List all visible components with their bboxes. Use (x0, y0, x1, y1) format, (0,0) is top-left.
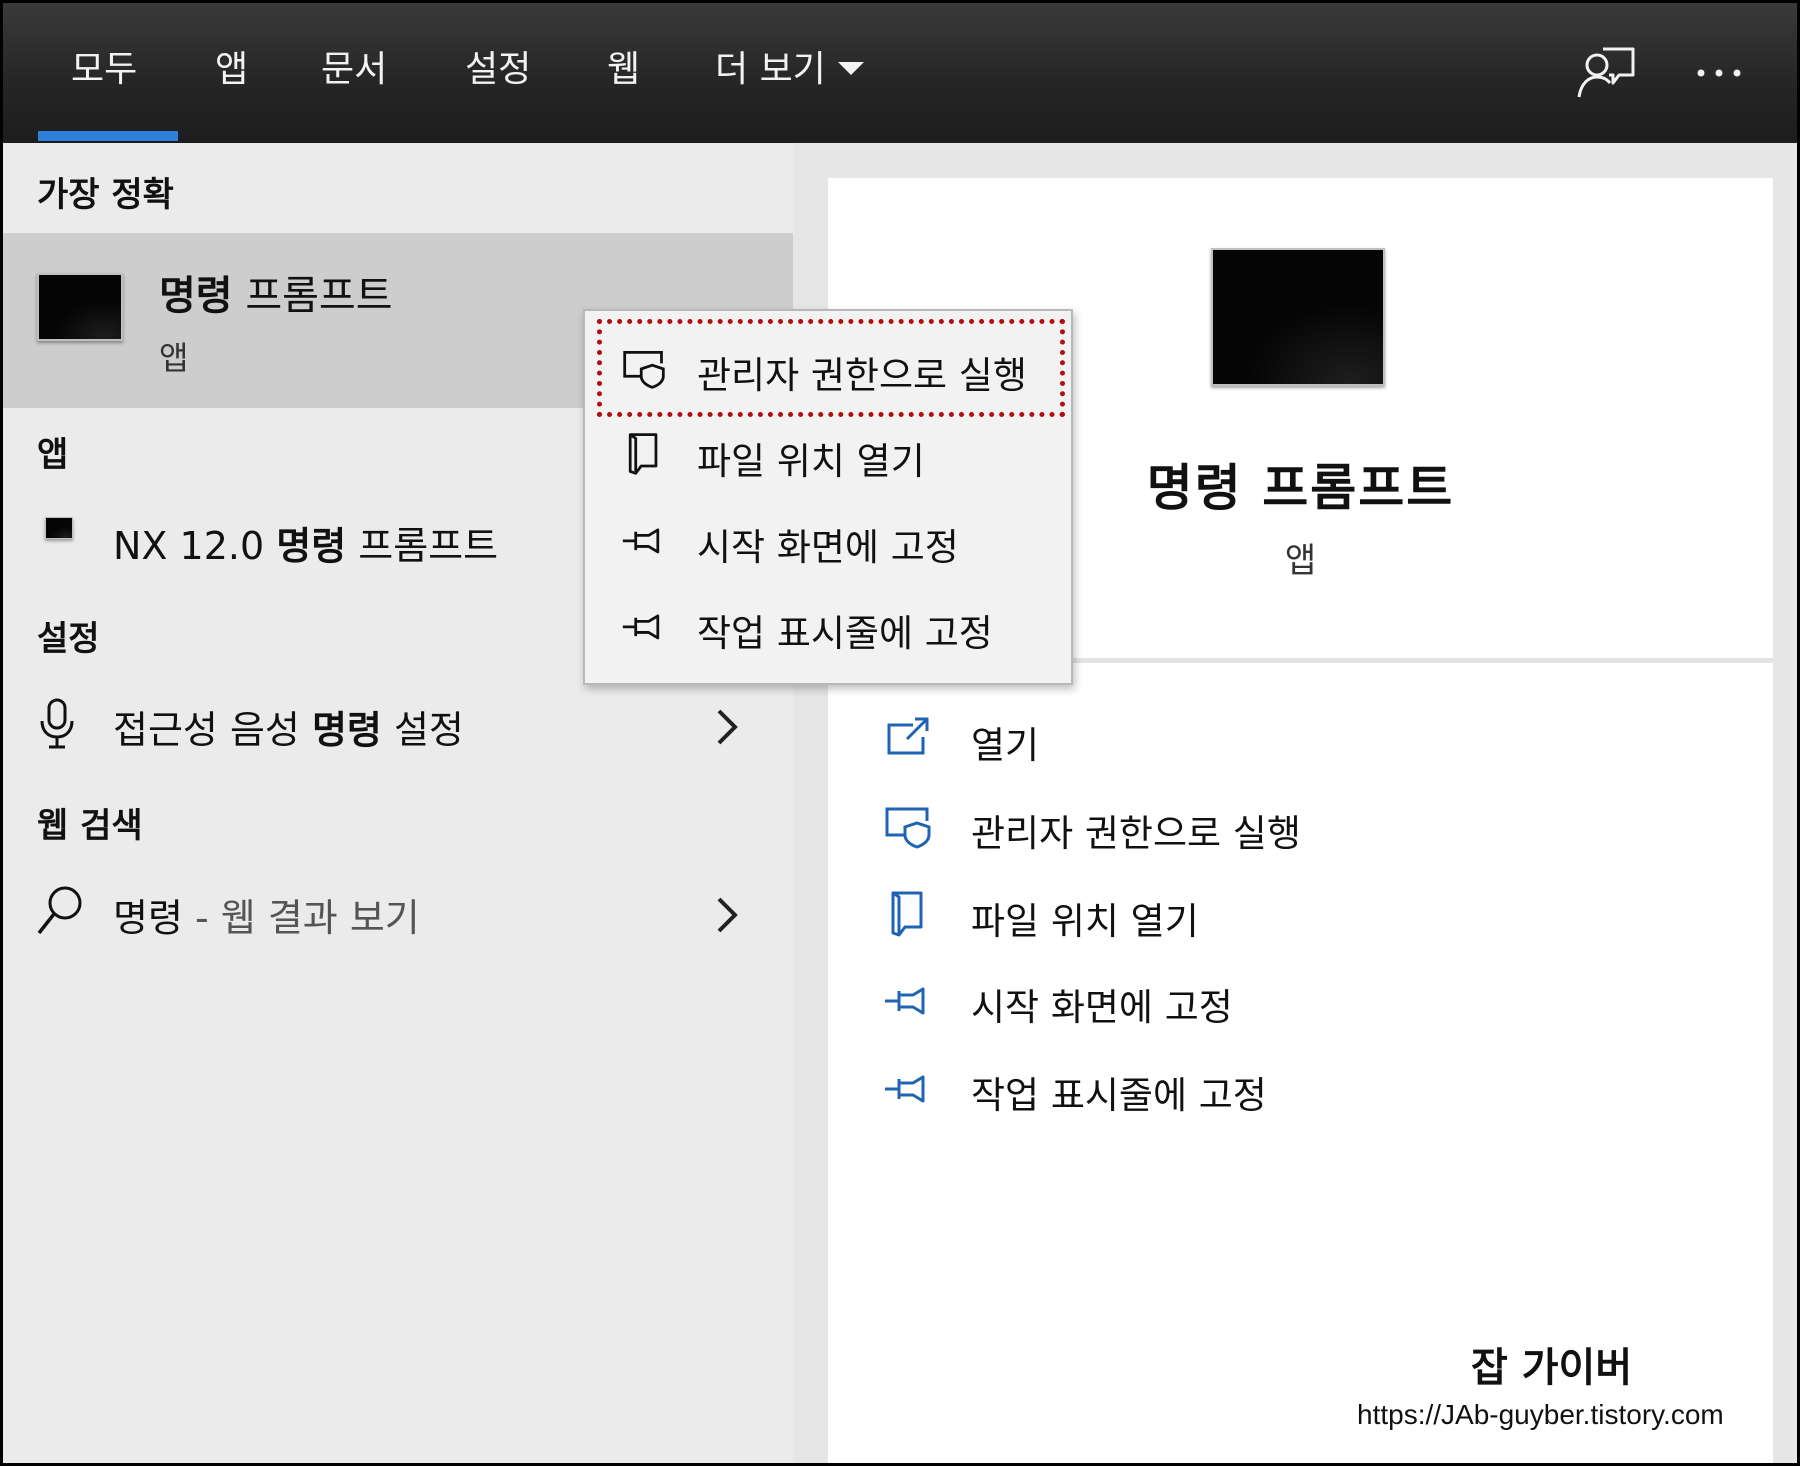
pin-icon (622, 528, 660, 554)
microphone-icon (40, 698, 74, 749)
best-match-subtitle: 앱 (159, 339, 189, 377)
best-match-title-bold: 명령 (159, 273, 233, 319)
settings-result-suffix: 설정 (381, 708, 464, 752)
file-location-icon (628, 433, 658, 475)
web-search-heading: 웹 검색 (37, 806, 143, 846)
open-icon (887, 717, 929, 755)
context-menu: 관리자 권한으로 실행 파일 위치 열기 시작 화면에 고정 작업 표시줄에 고… (583, 309, 1073, 685)
settings-result-prefix: 접근성 음성 (113, 708, 312, 752)
shield-icon (885, 807, 931, 849)
action-open-label: 열기 (971, 724, 1040, 767)
more-options-icon[interactable] (1687, 41, 1751, 105)
pin-icon (885, 1075, 925, 1103)
web-search-term: 명령 (113, 896, 183, 940)
context-run-as-admin[interactable]: 관리자 권한으로 실행 (597, 325, 1061, 409)
action-run-as-admin-label: 관리자 권한으로 실행 (971, 812, 1301, 855)
tab-more[interactable]: 더 보기 (715, 45, 864, 95)
best-match-title-rest: 프롬프트 (232, 273, 393, 319)
settings-result-label: 접근성 음성 명령 설정 (113, 699, 464, 754)
tab-web[interactable]: 웹 (607, 45, 640, 95)
tab-documents[interactable]: 문서 (321, 45, 387, 95)
nx-command-prompt-icon (45, 517, 73, 539)
action-open-file-location[interactable]: 파일 위치 열기 (883, 879, 1583, 949)
search-icon (37, 886, 82, 935)
tab-apps[interactable]: 앱 (215, 45, 248, 95)
best-match-heading: 가장 정확 (37, 175, 174, 215)
shield-icon (623, 350, 665, 389)
search-filter-bar: 모두 앱 문서 설정 웹 더 보기 (3, 3, 1797, 143)
best-match-title: 명령 프롬프트 (159, 263, 393, 321)
caret-down-icon (837, 61, 864, 75)
chevron-right-icon[interactable] (709, 705, 745, 749)
watermark-title: 잡 가이버 (1471, 1345, 1633, 1391)
context-pin-to-start-label: 시작 화면에 고정 (697, 526, 959, 569)
action-pin-to-start-label: 시작 화면에 고정 (971, 986, 1233, 1029)
context-pin-to-start[interactable]: 시작 화면에 고정 (597, 497, 1061, 581)
app-result-suffix: 프롬프트 (346, 524, 499, 568)
watermark-url: https://JAb-guyber.tistory.com (1357, 1399, 1724, 1430)
web-search-suffix: - 웹 결과 보기 (182, 896, 420, 940)
settings-heading: 설정 (37, 619, 100, 659)
action-pin-to-taskbar-label: 작업 표시줄에 고정 (971, 1074, 1267, 1117)
file-location-icon (891, 891, 923, 937)
command-prompt-icon (37, 273, 123, 341)
app-result-bold: 명령 (276, 524, 347, 568)
app-result-prefix: NX 12.0 (113, 524, 277, 568)
settings-result-item[interactable]: 접근성 음성 명령 설정 (3, 685, 793, 765)
settings-result-bold: 명령 (311, 708, 382, 752)
active-tab-indicator (38, 131, 178, 141)
web-search-item[interactable]: 명령 - 웹 결과 보기 (3, 873, 793, 953)
pin-icon (885, 987, 925, 1015)
feedback-icon[interactable] (1573, 41, 1637, 105)
pin-icon (622, 614, 660, 640)
action-run-as-admin[interactable]: 관리자 권한으로 실행 (883, 791, 1583, 861)
context-open-file-location[interactable]: 파일 위치 열기 (597, 411, 1061, 495)
action-open[interactable]: 열기 (883, 703, 1583, 773)
context-pin-to-taskbar-label: 작업 표시줄에 고정 (697, 612, 993, 655)
tab-all[interactable]: 모두 (71, 45, 137, 95)
context-run-as-admin-label: 관리자 권한으로 실행 (697, 354, 1027, 397)
action-open-file-location-label: 파일 위치 열기 (971, 900, 1199, 943)
app-result-label: NX 12.0 명령 프롬프트 (113, 515, 498, 570)
apps-heading: 앱 (37, 435, 69, 475)
search-window: 모두 앱 문서 설정 웹 더 보기 가장 정확 명령 프롬프트 앱 앱 NX 1… (0, 0, 1800, 1466)
web-search-label: 명령 - 웹 결과 보기 (113, 887, 420, 942)
context-pin-to-taskbar[interactable]: 작업 표시줄에 고정 (597, 583, 1061, 667)
tab-more-label: 더 보기 (715, 49, 826, 90)
context-open-file-location-label: 파일 위치 열기 (697, 440, 925, 483)
action-pin-to-start[interactable]: 시작 화면에 고정 (883, 965, 1583, 1035)
chevron-right-icon[interactable] (709, 893, 745, 937)
tab-settings[interactable]: 설정 (465, 45, 531, 95)
action-pin-to-taskbar[interactable]: 작업 표시줄에 고정 (883, 1053, 1583, 1123)
command-prompt-large-icon (1211, 248, 1385, 386)
